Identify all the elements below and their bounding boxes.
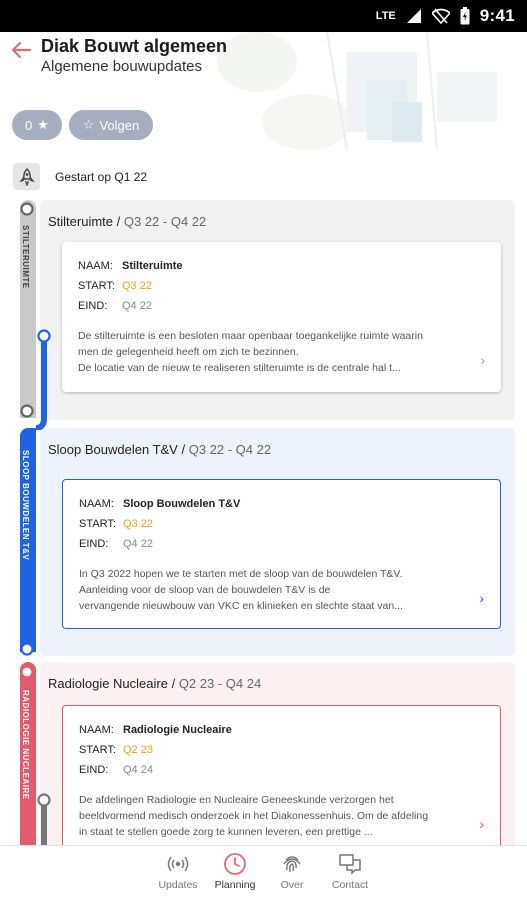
rail-label: STILTERUIMTE [21, 225, 30, 289]
rail-connector [37, 793, 51, 845]
wifi-off-icon [431, 8, 450, 24]
rail-connector [36, 329, 51, 430]
chevron-right-icon: › [480, 352, 485, 368]
card-description: In Q3 2022 hopen we te starten met de sl… [79, 568, 403, 612]
nav-label: Updates [158, 879, 198, 891]
clock: 9:41 [479, 6, 515, 25]
network-type: LTE [375, 10, 396, 22]
phase-card-stilteruimte[interactable]: NAAM: Stilteruimte START: Q3 22 EIND: Q4 22… [62, 242, 501, 392]
phase-start-dot [20, 202, 34, 216]
phase-title: Sloop Bouwdelen T&V / Q3 22 - Q4 22 [48, 442, 272, 457]
card-name-row: NAAM: Radiologie Nucleaire [79, 724, 232, 736]
phase-card-sloop-bouwdelen[interactable]: NAAM: Sloop Bouwdelen T&V START: Q3 22 EIN… [62, 479, 501, 629]
chevron-right-icon: › [479, 816, 484, 832]
nav-updates[interactable]: Updates [148, 852, 208, 891]
nav-over[interactable]: Over [262, 852, 322, 891]
nav-label: Contact [331, 879, 369, 891]
follow-label: Volgen [99, 117, 140, 133]
chevron-right-icon: › [479, 590, 484, 606]
rail-label: SLOOP BOUWDELEN T&V [21, 450, 30, 561]
card-end-row: EIND: Q4 22 [78, 300, 152, 312]
broadcast-icon [167, 856, 189, 872]
rail-label: RADIOLOGIE NUCLEAIRE [21, 690, 30, 800]
star-icon: ★ [37, 117, 49, 132]
phase-end-dot [20, 404, 34, 418]
nav-label: Over [280, 879, 304, 891]
nav-label: Planning [214, 879, 256, 891]
page-subtitle: Algemene bouwupdates [41, 58, 202, 75]
chat-icon [339, 854, 361, 875]
follow-button[interactable]: ☆ Volgen [69, 110, 153, 140]
star-outline-icon: ☆ [82, 117, 95, 132]
phase-start-dot [20, 665, 34, 679]
timeline: Stilteruimte / Q3 22 - Q4 22 STILTERUIMT… [0, 200, 527, 855]
card-description: De stilteruimte is een besloten maar ope… [78, 330, 423, 374]
fingerprint-icon [283, 856, 301, 873]
timeline-start: Gestart op Q1 22 [0, 161, 527, 191]
card-description: De afdelingen Radiologie en Nucleaire Ge… [79, 794, 429, 838]
card-start-row: START: Q3 22 [79, 518, 153, 530]
card-end-row: EIND: Q4 24 [79, 764, 153, 776]
phase-end-dot [20, 642, 34, 656]
card-start-row: START: Q3 22 [78, 280, 152, 292]
card-start-row: START: Q2 23 [79, 744, 153, 756]
back-arrow-icon[interactable] [10, 39, 32, 61]
clock-icon [224, 853, 246, 875]
card-end-row: EIND: Q4 22 [79, 538, 153, 550]
status-bar: LTE 9:41 [0, 0, 527, 32]
rocket-icon [13, 163, 40, 190]
page-title: Diak Bouwt algemeen [41, 36, 228, 56]
bottom-navigation: Updates Planning Over Contact [0, 845, 527, 900]
card-name-row: NAAM: Sloop Bouwdelen T&V [79, 498, 241, 510]
phase-title: Stilteruimte / Q3 22 - Q4 22 [48, 214, 207, 229]
phase-title: Radiologie Nucleaire / Q2 23 - Q4 24 [48, 676, 262, 691]
rating-button[interactable]: 0 ★ [12, 110, 62, 140]
phase-card-radiologie-nucleaire[interactable]: NAAM: Radiologie Nucleaire START: Q2 23 EI… [62, 705, 501, 855]
signal-icon [406, 9, 421, 23]
map-background [197, 32, 527, 150]
start-label: Gestart op Q1 22 [55, 170, 148, 184]
nav-contact[interactable]: Contact [320, 852, 380, 891]
rating-count: 0 [25, 117, 33, 133]
nav-planning[interactable]: Planning [205, 852, 265, 891]
card-name-row: NAAM: Stilteruimte [78, 260, 183, 272]
project-header: Diak Bouwt algemeen Algemene bouwupdates… [0, 32, 527, 150]
battery-icon [460, 7, 470, 25]
